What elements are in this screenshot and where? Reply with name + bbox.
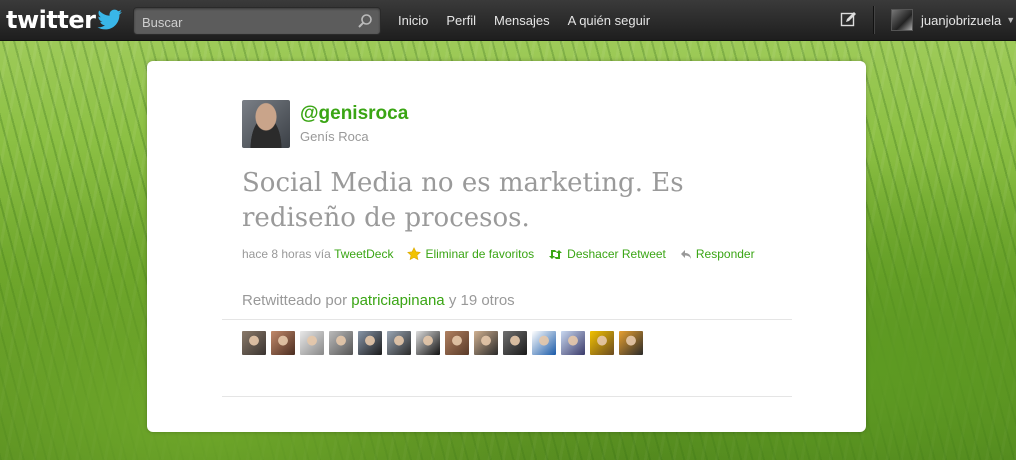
via-label: vía — [314, 247, 331, 261]
retweeter-avatars — [242, 331, 648, 355]
search-box — [133, 7, 381, 35]
bird-icon — [97, 9, 123, 30]
retweeter-avatar[interactable] — [358, 331, 382, 355]
author-name: Genís Roca — [300, 129, 369, 144]
author-avatar[interactable] — [242, 100, 290, 148]
tweet-time[interactable]: hace 8 horas — [242, 247, 311, 261]
nav-perfil[interactable]: Perfil — [446, 13, 476, 28]
reply-button[interactable]: Responder — [680, 247, 755, 261]
search-icon[interactable] — [357, 13, 373, 29]
twitter-logo[interactable]: twitter — [6, 6, 123, 34]
search-input[interactable] — [140, 11, 354, 33]
top-bar: twitter Inicio Perfil Mensajes A quién s… — [0, 0, 1016, 41]
reply-label: Responder — [695, 247, 755, 261]
retweeter-avatar[interactable] — [329, 331, 353, 355]
retweeter-avatar[interactable] — [416, 331, 440, 355]
tweet-text: Social Media no es marketing. Es rediseñ… — [242, 168, 684, 233]
user-name[interactable]: juanjobrizuela — [921, 13, 1001, 28]
nav-a-quien-seguir[interactable]: A quién seguir — [568, 13, 650, 28]
retweet-icon — [549, 249, 563, 259]
tweet-card: @genisroca Genís Roca Social Media no es… — [147, 61, 866, 432]
retweeter-avatar[interactable] — [300, 331, 324, 355]
retweeted-suffix[interactable]: y 19 otros — [449, 292, 515, 309]
retweeter-avatar[interactable] — [503, 331, 527, 355]
chevron-down-icon[interactable]: ▼ — [1006, 15, 1015, 25]
retweeter-avatar[interactable] — [532, 331, 556, 355]
undo-retweet-label: Deshacer Retweet — [567, 247, 666, 261]
star-icon — [407, 247, 422, 261]
retweeter-avatar[interactable] — [387, 331, 411, 355]
retweeter-avatar[interactable] — [445, 331, 469, 355]
user-menu[interactable]: juanjobrizuela ▼ — [891, 9, 1015, 31]
retweeted-prefix: Retwitteado por — [242, 292, 348, 309]
retweeter-avatar[interactable] — [561, 331, 585, 355]
reply-icon — [680, 249, 691, 259]
retweeter-link[interactable]: patriciapinana — [351, 292, 444, 309]
nav-inicio[interactable]: Inicio — [398, 13, 428, 28]
user-avatar[interactable] — [891, 9, 913, 31]
retweeter-avatar[interactable] — [474, 331, 498, 355]
retweeter-avatar[interactable] — [242, 331, 266, 355]
unfavorite-label: Eliminar de favoritos — [425, 247, 535, 261]
divider-top — [222, 319, 792, 320]
retweeter-avatar[interactable] — [619, 331, 643, 355]
retweeted-by: Retwitteado por patriciapinana y 19 otro… — [242, 292, 515, 309]
divider-bottom — [222, 396, 792, 397]
tweet-meta: hace 8 horas vía TweetDeck Eliminar de f… — [242, 247, 755, 261]
author-handle[interactable]: @genisroca — [300, 103, 408, 125]
undo-retweet-button[interactable]: Deshacer Retweet — [548, 247, 666, 261]
topbar-divider — [873, 6, 875, 34]
nav-mensajes[interactable]: Mensajes — [494, 13, 550, 28]
via-app-link[interactable]: TweetDeck — [334, 247, 393, 261]
retweeter-avatar[interactable] — [590, 331, 614, 355]
main-nav: Inicio Perfil Mensajes A quién seguir — [398, 0, 668, 40]
unfavorite-button[interactable]: Eliminar de favoritos — [407, 247, 534, 261]
logo-text: twitter — [6, 6, 96, 34]
retweeter-avatar[interactable] — [271, 331, 295, 355]
compose-icon[interactable] — [840, 11, 857, 28]
